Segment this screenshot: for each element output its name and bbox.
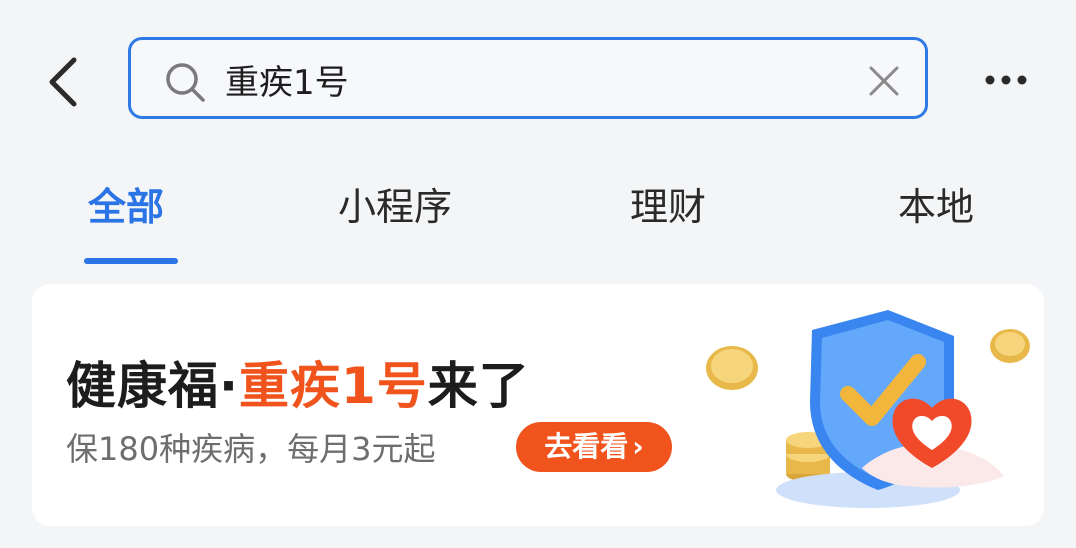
more-dots-icon [985, 75, 1027, 85]
tab-mini-programs[interactable]: 小程序 [338, 176, 452, 231]
banner-title: 健康福·重疾1号来了 [66, 346, 530, 418]
view-details-button[interactable]: 去看看 › [516, 422, 672, 472]
search-box[interactable] [128, 37, 928, 119]
close-icon[interactable] [865, 62, 903, 100]
chevron-right-icon: › [632, 430, 644, 463]
back-button[interactable] [38, 50, 94, 114]
banner-title-suffix: 来了 [427, 357, 530, 415]
active-tab-indicator [84, 258, 178, 264]
tab-bar: 全部 小程序 理财 本地 [0, 160, 1076, 270]
more-button[interactable] [976, 60, 1036, 100]
promo-banner-card[interactable]: 健康福·重疾1号来了 保180种疾病，每月3元起 去看看 › [32, 284, 1044, 526]
search-input[interactable] [225, 52, 845, 106]
top-bar [0, 0, 1076, 150]
coin-icon [706, 346, 758, 390]
shield-check-heart-coins-icon [706, 310, 1030, 508]
tab-local[interactable]: 本地 [898, 176, 974, 231]
banner-title-highlight: 重疾1号 [239, 357, 428, 415]
chevron-left-icon [49, 57, 77, 107]
tab-finance[interactable]: 理财 [630, 176, 706, 231]
coin-icon [990, 329, 1030, 363]
search-icon [166, 63, 205, 102]
tab-all[interactable]: 全部 [88, 176, 164, 231]
banner-title-prefix: 健康福· [66, 357, 239, 415]
banner-subtitle: 保180种疾病，每月3元起 [66, 430, 436, 468]
cta-label: 去看看 [544, 430, 629, 463]
